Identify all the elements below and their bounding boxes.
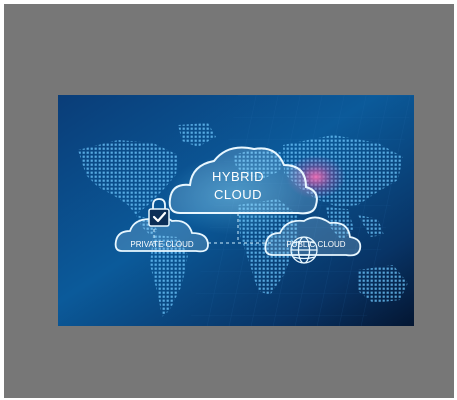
gray-frame: HYBRID CLOUD PRIVATE CLOUD PUBLIC CLOUD [4, 4, 454, 398]
hybrid-cloud-illustration: HYBRID CLOUD PRIVATE CLOUD PUBLIC CLOUD [58, 95, 414, 326]
main-cloud-title-line2: CLOUD [214, 187, 262, 202]
main-cloud-title-line1: HYBRID [212, 169, 264, 184]
globe-icon [290, 236, 318, 264]
private-cloud-label: PRIVATE CLOUD [130, 240, 193, 249]
